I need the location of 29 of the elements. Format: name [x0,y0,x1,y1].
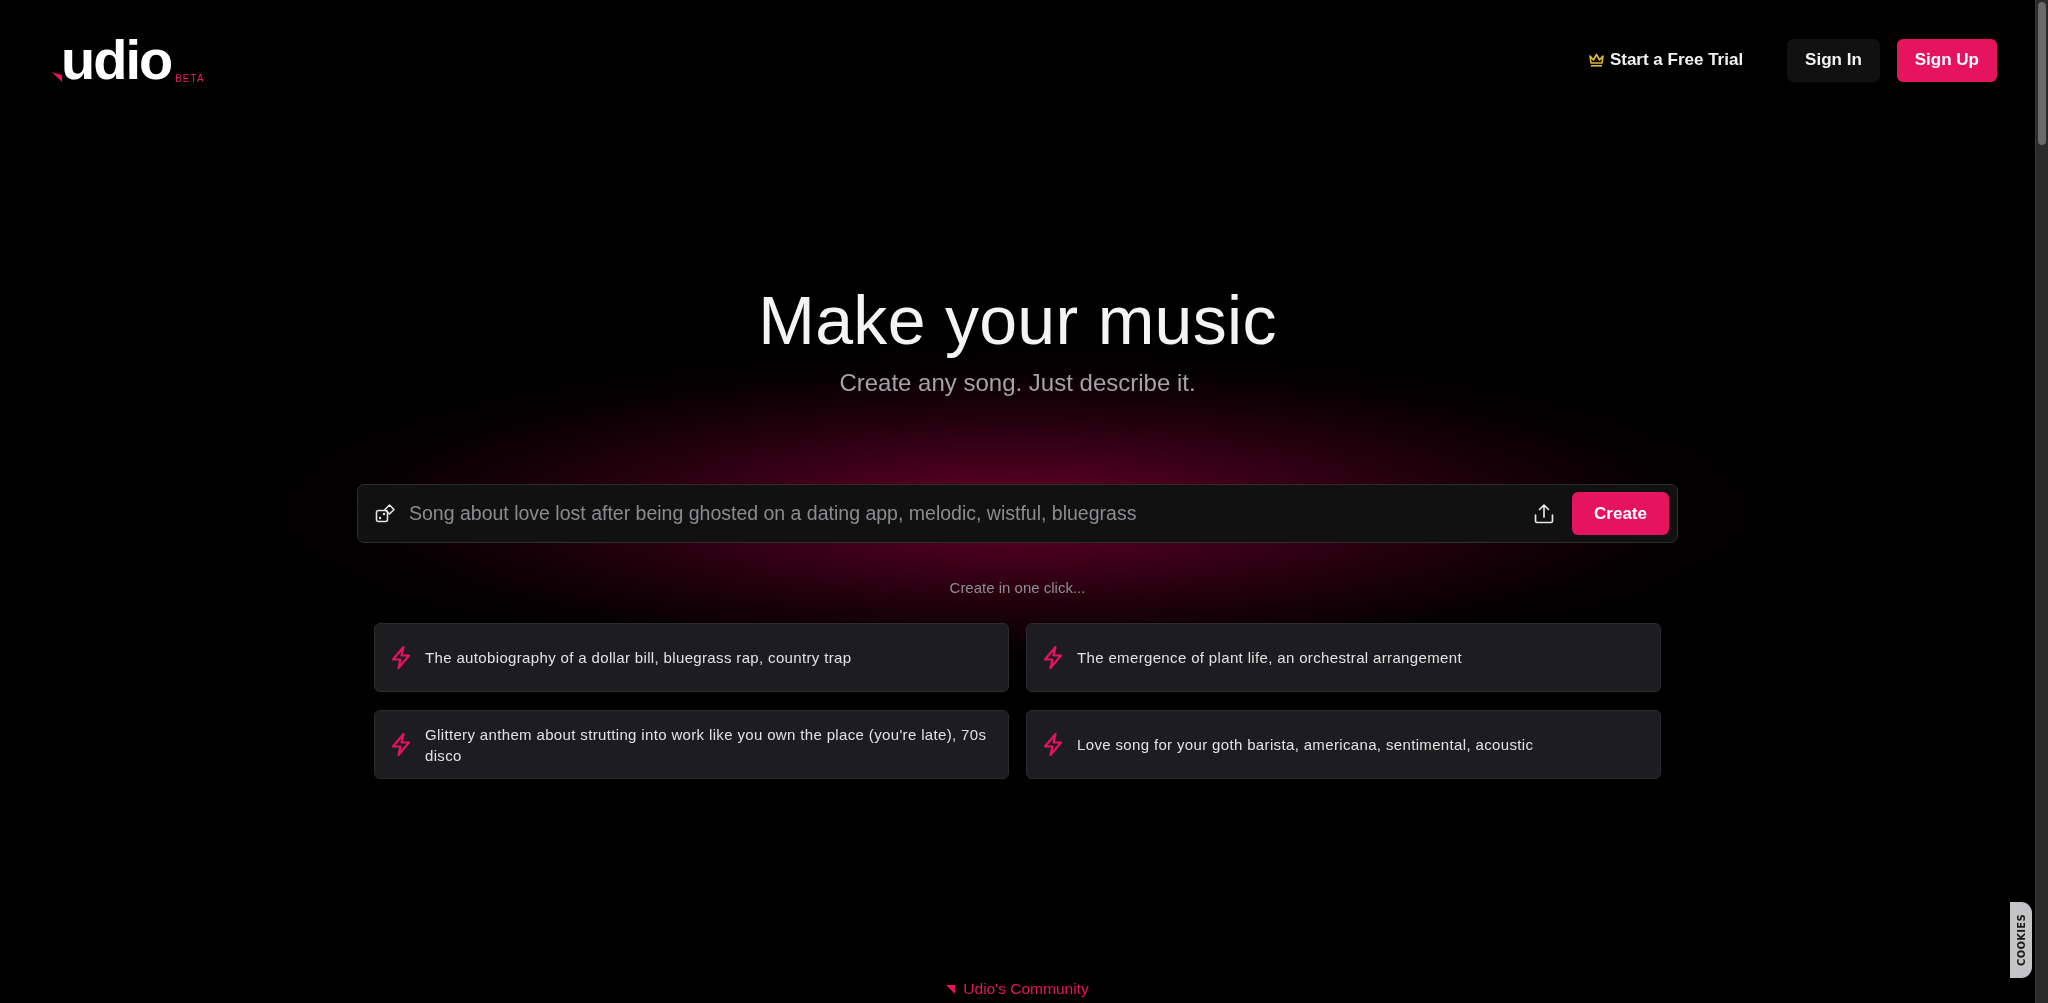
suggestion-card[interactable]: The emergence of plant life, an orchestral arrangement [1026,623,1661,692]
sign-in-button[interactable]: Sign In [1787,38,1880,82]
hero-title: Make your music [758,281,1277,360]
prompt-bar[interactable]: Song about love lost after being ghosted on a dating app, melodic, wistful, bluegrass Create [357,484,1678,543]
scrollbar-track[interactable] [2035,0,2048,1003]
triangle-icon [946,984,956,994]
lightning-icon [390,646,412,669]
suggestion-card[interactable]: Glittery anthem about strutting into work like you own the place (you're late), 70s disco [374,710,1009,779]
hero-subtitle: Create any song. Just describe it. [839,368,1196,398]
scrollbar-thumb[interactable] [2038,2,2046,145]
prompt-input[interactable]: Song about love lost after being ghosted on a dating app, melodic, wistful, bluegrass [409,498,1534,529]
community-link[interactable]: Udio's Community [946,979,1089,999]
cookies-tab[interactable]: COOKIES [2010,902,2032,978]
dice-icon[interactable] [375,503,396,524]
quick-create-label: Create in one click... [949,578,1086,598]
free-trial-link[interactable]: Start a Free Trial [1587,50,1744,70]
crown-icon [1587,53,1605,67]
sign-up-button[interactable]: Sign Up [1896,38,1997,82]
lightning-icon [1042,646,1064,669]
suggestion-card[interactable]: The autobiography of a dollar bill, bluegrass rap, country trap [374,623,1009,692]
logo-wordmark[interactable]: udio [61,32,172,88]
lightning-icon [390,733,412,756]
upload-icon [1534,503,1554,524]
create-button[interactable]: Create [1572,492,1669,535]
upload-button[interactable] [1534,503,1554,524]
suggestion-card[interactable]: Love song for your goth barista, americana, sentimental, acoustic [1026,710,1661,779]
lightning-icon [1042,733,1064,756]
beta-label: BETA [175,74,205,84]
logo-mark-icon [52,72,62,82]
